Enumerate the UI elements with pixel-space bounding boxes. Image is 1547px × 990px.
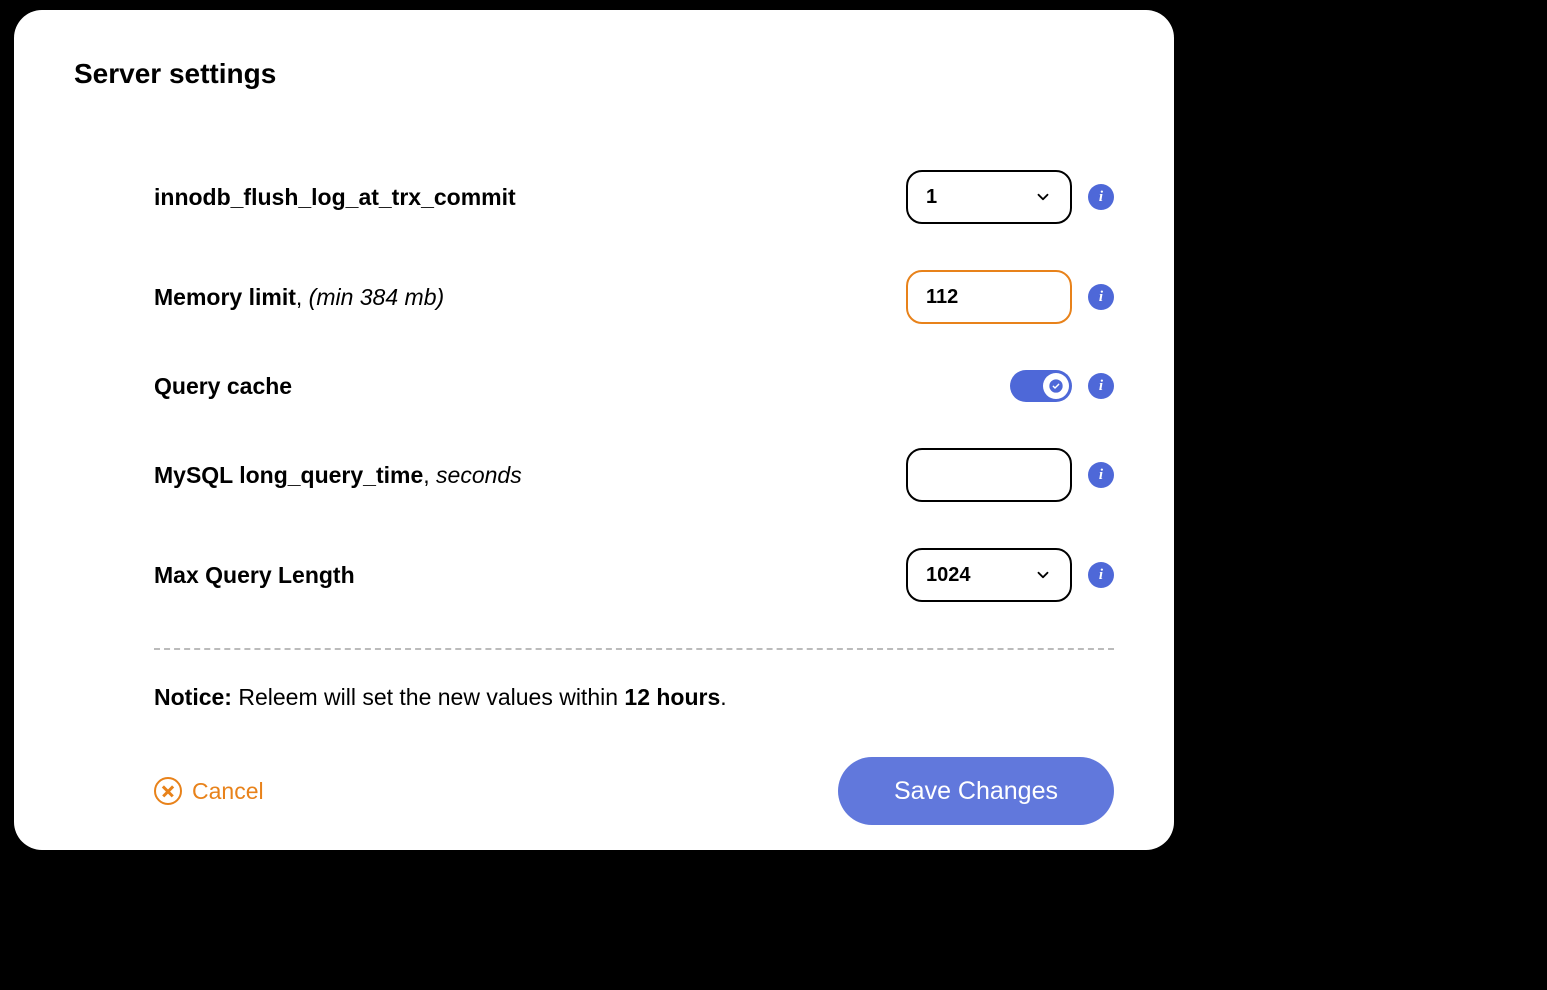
setting-control-group: 1024 i bbox=[906, 548, 1114, 602]
setting-control-group: i bbox=[906, 448, 1114, 502]
close-circle-icon bbox=[154, 777, 182, 805]
label-sep: , bbox=[423, 462, 436, 488]
setting-row-max-query-length: Max Query Length 1024 i bbox=[154, 548, 1114, 602]
setting-label-max-query-length: Max Query Length bbox=[154, 562, 355, 589]
max-query-length-select[interactable]: 1024 bbox=[906, 548, 1072, 602]
settings-list: innodb_flush_log_at_trx_commit 1 i Memor… bbox=[74, 170, 1114, 650]
setting-row-innodb-flush: innodb_flush_log_at_trx_commit 1 i bbox=[154, 170, 1114, 224]
select-value: 1024 bbox=[926, 564, 971, 587]
label-hint: seconds bbox=[436, 462, 522, 488]
label-sep: , bbox=[296, 284, 309, 310]
info-icon[interactable]: i bbox=[1088, 184, 1114, 210]
setting-row-memory-limit: Memory limit, (min 384 mb) i bbox=[154, 270, 1114, 324]
label-text: Memory limit bbox=[154, 284, 296, 310]
setting-row-query-cache: Query cache i bbox=[154, 370, 1114, 402]
memory-limit-input[interactable] bbox=[926, 272, 1052, 322]
server-settings-panel: Server settings innodb_flush_log_at_trx_… bbox=[14, 10, 1174, 850]
label-text: MySQL long_query_time bbox=[154, 462, 423, 488]
cancel-label: Cancel bbox=[192, 778, 264, 805]
memory-limit-input-wrapper bbox=[906, 270, 1072, 324]
setting-label-memory-limit: Memory limit, (min 384 mb) bbox=[154, 284, 444, 311]
save-changes-button[interactable]: Save Changes bbox=[838, 757, 1114, 825]
notice-body-after: . bbox=[720, 684, 726, 710]
setting-label-long-query-time: MySQL long_query_time, seconds bbox=[154, 462, 522, 489]
label-hint: (min 384 mb) bbox=[309, 284, 444, 310]
setting-control-group: i bbox=[1010, 370, 1114, 402]
long-query-time-input-wrapper bbox=[906, 448, 1072, 502]
cancel-button[interactable]: Cancel bbox=[154, 777, 264, 805]
setting-row-long-query-time: MySQL long_query_time, seconds i bbox=[154, 448, 1114, 502]
notice-label: Notice: bbox=[154, 684, 232, 710]
notice-emphasis: 12 hours bbox=[624, 684, 720, 710]
actions-row: Cancel Save Changes bbox=[74, 757, 1114, 825]
setting-label-innodb-flush: innodb_flush_log_at_trx_commit bbox=[154, 184, 516, 211]
info-icon[interactable]: i bbox=[1088, 562, 1114, 588]
toggle-knob bbox=[1043, 373, 1069, 399]
setting-control-group: 1 i bbox=[906, 170, 1114, 224]
long-query-time-input[interactable] bbox=[926, 450, 1052, 500]
innodb-flush-select[interactable]: 1 bbox=[906, 170, 1072, 224]
panel-title: Server settings bbox=[74, 58, 1114, 90]
setting-control-group: i bbox=[906, 270, 1114, 324]
info-icon[interactable]: i bbox=[1088, 462, 1114, 488]
chevron-down-icon bbox=[1034, 566, 1052, 584]
notice-text: Notice: Releem will set the new values w… bbox=[74, 684, 1114, 711]
divider bbox=[154, 648, 1114, 650]
setting-label-query-cache: Query cache bbox=[154, 373, 292, 400]
info-icon[interactable]: i bbox=[1088, 373, 1114, 399]
query-cache-toggle[interactable] bbox=[1010, 370, 1072, 402]
info-icon[interactable]: i bbox=[1088, 284, 1114, 310]
chevron-down-icon bbox=[1034, 188, 1052, 206]
select-value: 1 bbox=[926, 186, 937, 209]
notice-body-before: Releem will set the new values within bbox=[232, 684, 624, 710]
